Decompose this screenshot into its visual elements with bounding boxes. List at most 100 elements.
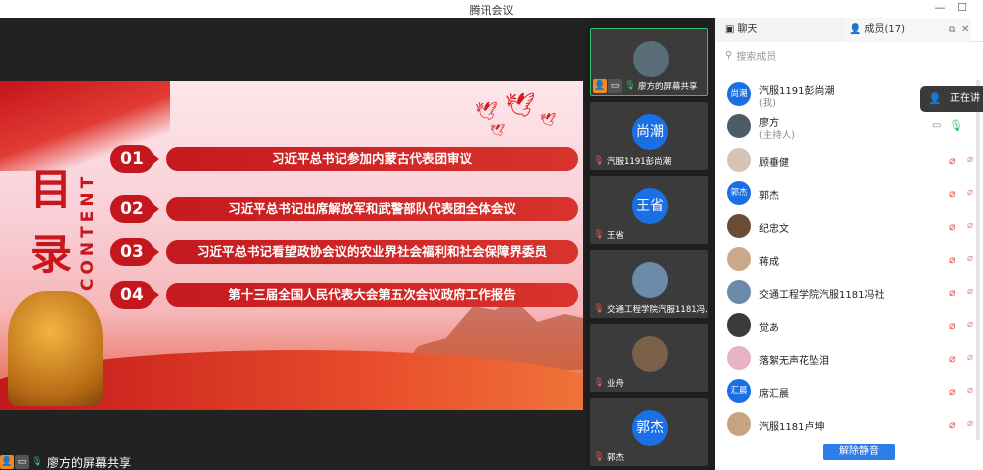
slide-agenda-item: 01 习近平总书记参加内蒙古代表团审议 <box>110 145 580 173</box>
video-tile-name: 业舟 <box>607 379 625 389</box>
video-tile[interactable]: 尚潮 🎙 汽服1191彭尚潮 <box>590 102 708 170</box>
muted-microphone-icon: 🎙 <box>593 304 605 314</box>
popout-icon[interactable]: ⧉ <box>949 18 955 42</box>
video-tile-caption: 🎙 郭杰 <box>592 450 624 464</box>
maximize-button[interactable]: ☐ <box>955 1 969 15</box>
member-name: 顾垂健 <box>759 158 789 169</box>
slide-title-char: 录 <box>30 230 73 279</box>
member-row[interactable]: 觉あ ⌀ ⌀ <box>727 311 983 339</box>
speaking-label: 正在讲 <box>950 93 980 104</box>
avatar <box>727 313 751 337</box>
muted-microphone-icon: 🎙 <box>593 230 605 240</box>
muted-microphone-icon: 🎙 <box>593 378 605 388</box>
muted-microphone-icon: ⌀ <box>949 154 956 167</box>
members-icon: 👤 <box>849 24 862 35</box>
avatar <box>727 412 751 436</box>
avatar: 王省 <box>632 188 668 224</box>
muted-camera-icon: ⌀ <box>967 385 974 396</box>
tab-chat-label: 聊天 <box>737 24 758 35</box>
muted-microphone-icon: 🎙 <box>593 156 605 166</box>
avatar <box>632 262 668 298</box>
agenda-arrow-icon <box>150 202 159 216</box>
slide-title-char: 目 <box>30 165 73 214</box>
slide-agenda-item: 03 习近平总书记看望政协会议的农业界社会福利和社会保障界委员 <box>110 238 580 266</box>
avatar: 郭杰 <box>632 410 668 446</box>
muted-microphone-icon: ⌀ <box>949 187 956 200</box>
avatar <box>727 280 751 304</box>
member-list-scrollbar[interactable] <box>976 80 980 440</box>
unmute-all-button[interactable]: 解除静音 <box>823 444 895 460</box>
share-owner-label: 廖方的屏幕共享 <box>47 455 132 470</box>
video-tile[interactable]: 👤 ▭ 🎙 廖方的屏幕共享 <box>590 28 708 96</box>
muted-microphone-icon: 🎙 <box>593 452 605 462</box>
screen-share-icon: ▭ <box>932 120 942 131</box>
muted-camera-icon: ⌀ <box>967 253 974 264</box>
video-tile-name: 交通工程学院汽服1181冯... <box>607 305 708 315</box>
dove-icon: 🕊 <box>540 113 557 128</box>
dove-icon: 🕊 <box>505 91 536 119</box>
speaker-avatar-icon: 👤 <box>928 92 942 105</box>
search-input[interactable]: 搜索成员 <box>736 48 776 63</box>
member-name: 汽服1181卢坤 <box>759 422 825 433</box>
member-row[interactable]: 郭杰 郭杰 ⌀ ⌀ <box>727 179 983 207</box>
avatar: 尚潮 <box>632 114 668 150</box>
close-icon[interactable]: ✕ <box>961 18 969 42</box>
speaking-indicator: 👤 正在讲 <box>920 86 983 112</box>
member-row[interactable]: 纪忠文 ⌀ ⌀ <box>727 212 983 240</box>
video-tile[interactable]: 🎙 业舟 <box>590 324 708 392</box>
agenda-arrow-icon <box>150 152 159 166</box>
minimize-button[interactable]: — <box>933 1 947 15</box>
slide-agenda-item: 04 第十三届全国人民代表大会第五次会议政府工作报告 <box>110 281 580 309</box>
agenda-number: 01 <box>110 145 154 173</box>
agenda-number: 04 <box>110 281 154 309</box>
member-row[interactable]: 蒋成 ⌀ ⌀ <box>727 245 983 273</box>
video-tile-caption: 🎙 王省 <box>592 228 624 242</box>
muted-camera-icon: ⌀ <box>967 418 974 429</box>
title-bar: 腾讯会议 — ☐ <box>0 0 983 18</box>
member-row[interactable]: 廖方 (主持人) ▭ 🎙 <box>727 112 983 141</box>
microphone-icon: 🎙 <box>949 119 963 132</box>
member-row[interactable]: 汽服1181卢坤 ⌀ ⌀ <box>727 410 983 438</box>
avatar <box>633 41 669 77</box>
side-tabs: ▣ 聊天 👤 成员(17) ⧉ ✕ <box>715 18 983 42</box>
video-tile[interactable]: 郭杰 🎙 郭杰 <box>590 398 708 466</box>
avatar <box>727 148 751 172</box>
member-row[interactable]: 顾垂健 ⌀ ⌀ <box>727 146 983 174</box>
video-tile-name: 郭杰 <box>607 453 625 463</box>
lion-statue-image <box>8 291 103 406</box>
video-tile-caption: 🎙 交通工程学院汽服1181冯... <box>592 302 708 316</box>
member-row[interactable]: 汇晨 席汇晨 ⌀ ⌀ <box>727 377 983 405</box>
member-search[interactable]: ⚲ 搜索成员 <box>725 46 965 64</box>
screen-share-stage: 🕊 🕊 🕊 🕊 目 录 CONTENT 01 习近平总书记参加内蒙古代表团审议 … <box>0 18 585 470</box>
muted-camera-icon: ⌀ <box>967 154 974 165</box>
muted-microphone-icon: ⌀ <box>949 286 956 299</box>
video-tile[interactable]: 王省 🎙 王省 <box>590 176 708 244</box>
slide-content-word: CONTENT <box>78 172 98 291</box>
window-title: 腾讯会议 <box>469 4 514 17</box>
video-tile-strip[interactable]: 👤 ▭ 🎙 廖方的屏幕共享 尚潮 🎙 汽服1191彭尚潮 王省 🎙 王省 🎙 交… <box>585 18 715 470</box>
member-name: 郭杰 <box>759 191 779 202</box>
member-name: 蒋成 <box>759 257 779 268</box>
member-name: 交通工程学院汽服1181冯社 <box>759 290 885 301</box>
member-row[interactable]: 交通工程学院汽服1181冯社 ⌀ ⌀ <box>727 278 983 306</box>
agenda-text: 习近平总书记出席解放军和武警部队代表团全体会议 <box>166 197 578 221</box>
member-name: 纪忠文 <box>759 224 789 235</box>
screen-share-icon: ▭ <box>15 455 29 469</box>
muted-camera-icon: ⌀ <box>967 352 974 363</box>
muted-microphone-icon: ⌀ <box>949 319 956 332</box>
dove-icon: 🕊 <box>490 123 506 137</box>
video-tile-caption: 🎙 业舟 <box>592 376 624 390</box>
tab-members[interactable]: 👤 成员(17) ⧉ ✕ <box>843 18 971 42</box>
video-tile-caption: 👤 ▭ 🎙 廖方的屏幕共享 <box>593 79 698 93</box>
video-tile-name: 王省 <box>607 231 625 241</box>
muted-camera-icon: ⌀ <box>967 319 974 330</box>
member-role: (主持人) <box>759 130 795 141</box>
muted-microphone-icon: ⌀ <box>949 385 956 398</box>
avatar <box>727 247 751 271</box>
tab-chat[interactable]: ▣ 聊天 <box>715 18 843 42</box>
avatar: 尚潮 <box>727 82 751 106</box>
dove-icon: 🕊 <box>475 101 498 122</box>
shared-slide: 🕊 🕊 🕊 🕊 目 录 CONTENT 01 习近平总书记参加内蒙古代表团审议 … <box>0 81 583 410</box>
member-row[interactable]: 落絮无声花坠泪 ⌀ ⌀ <box>727 344 983 372</box>
video-tile[interactable]: 🎙 交通工程学院汽服1181冯... <box>590 250 708 318</box>
